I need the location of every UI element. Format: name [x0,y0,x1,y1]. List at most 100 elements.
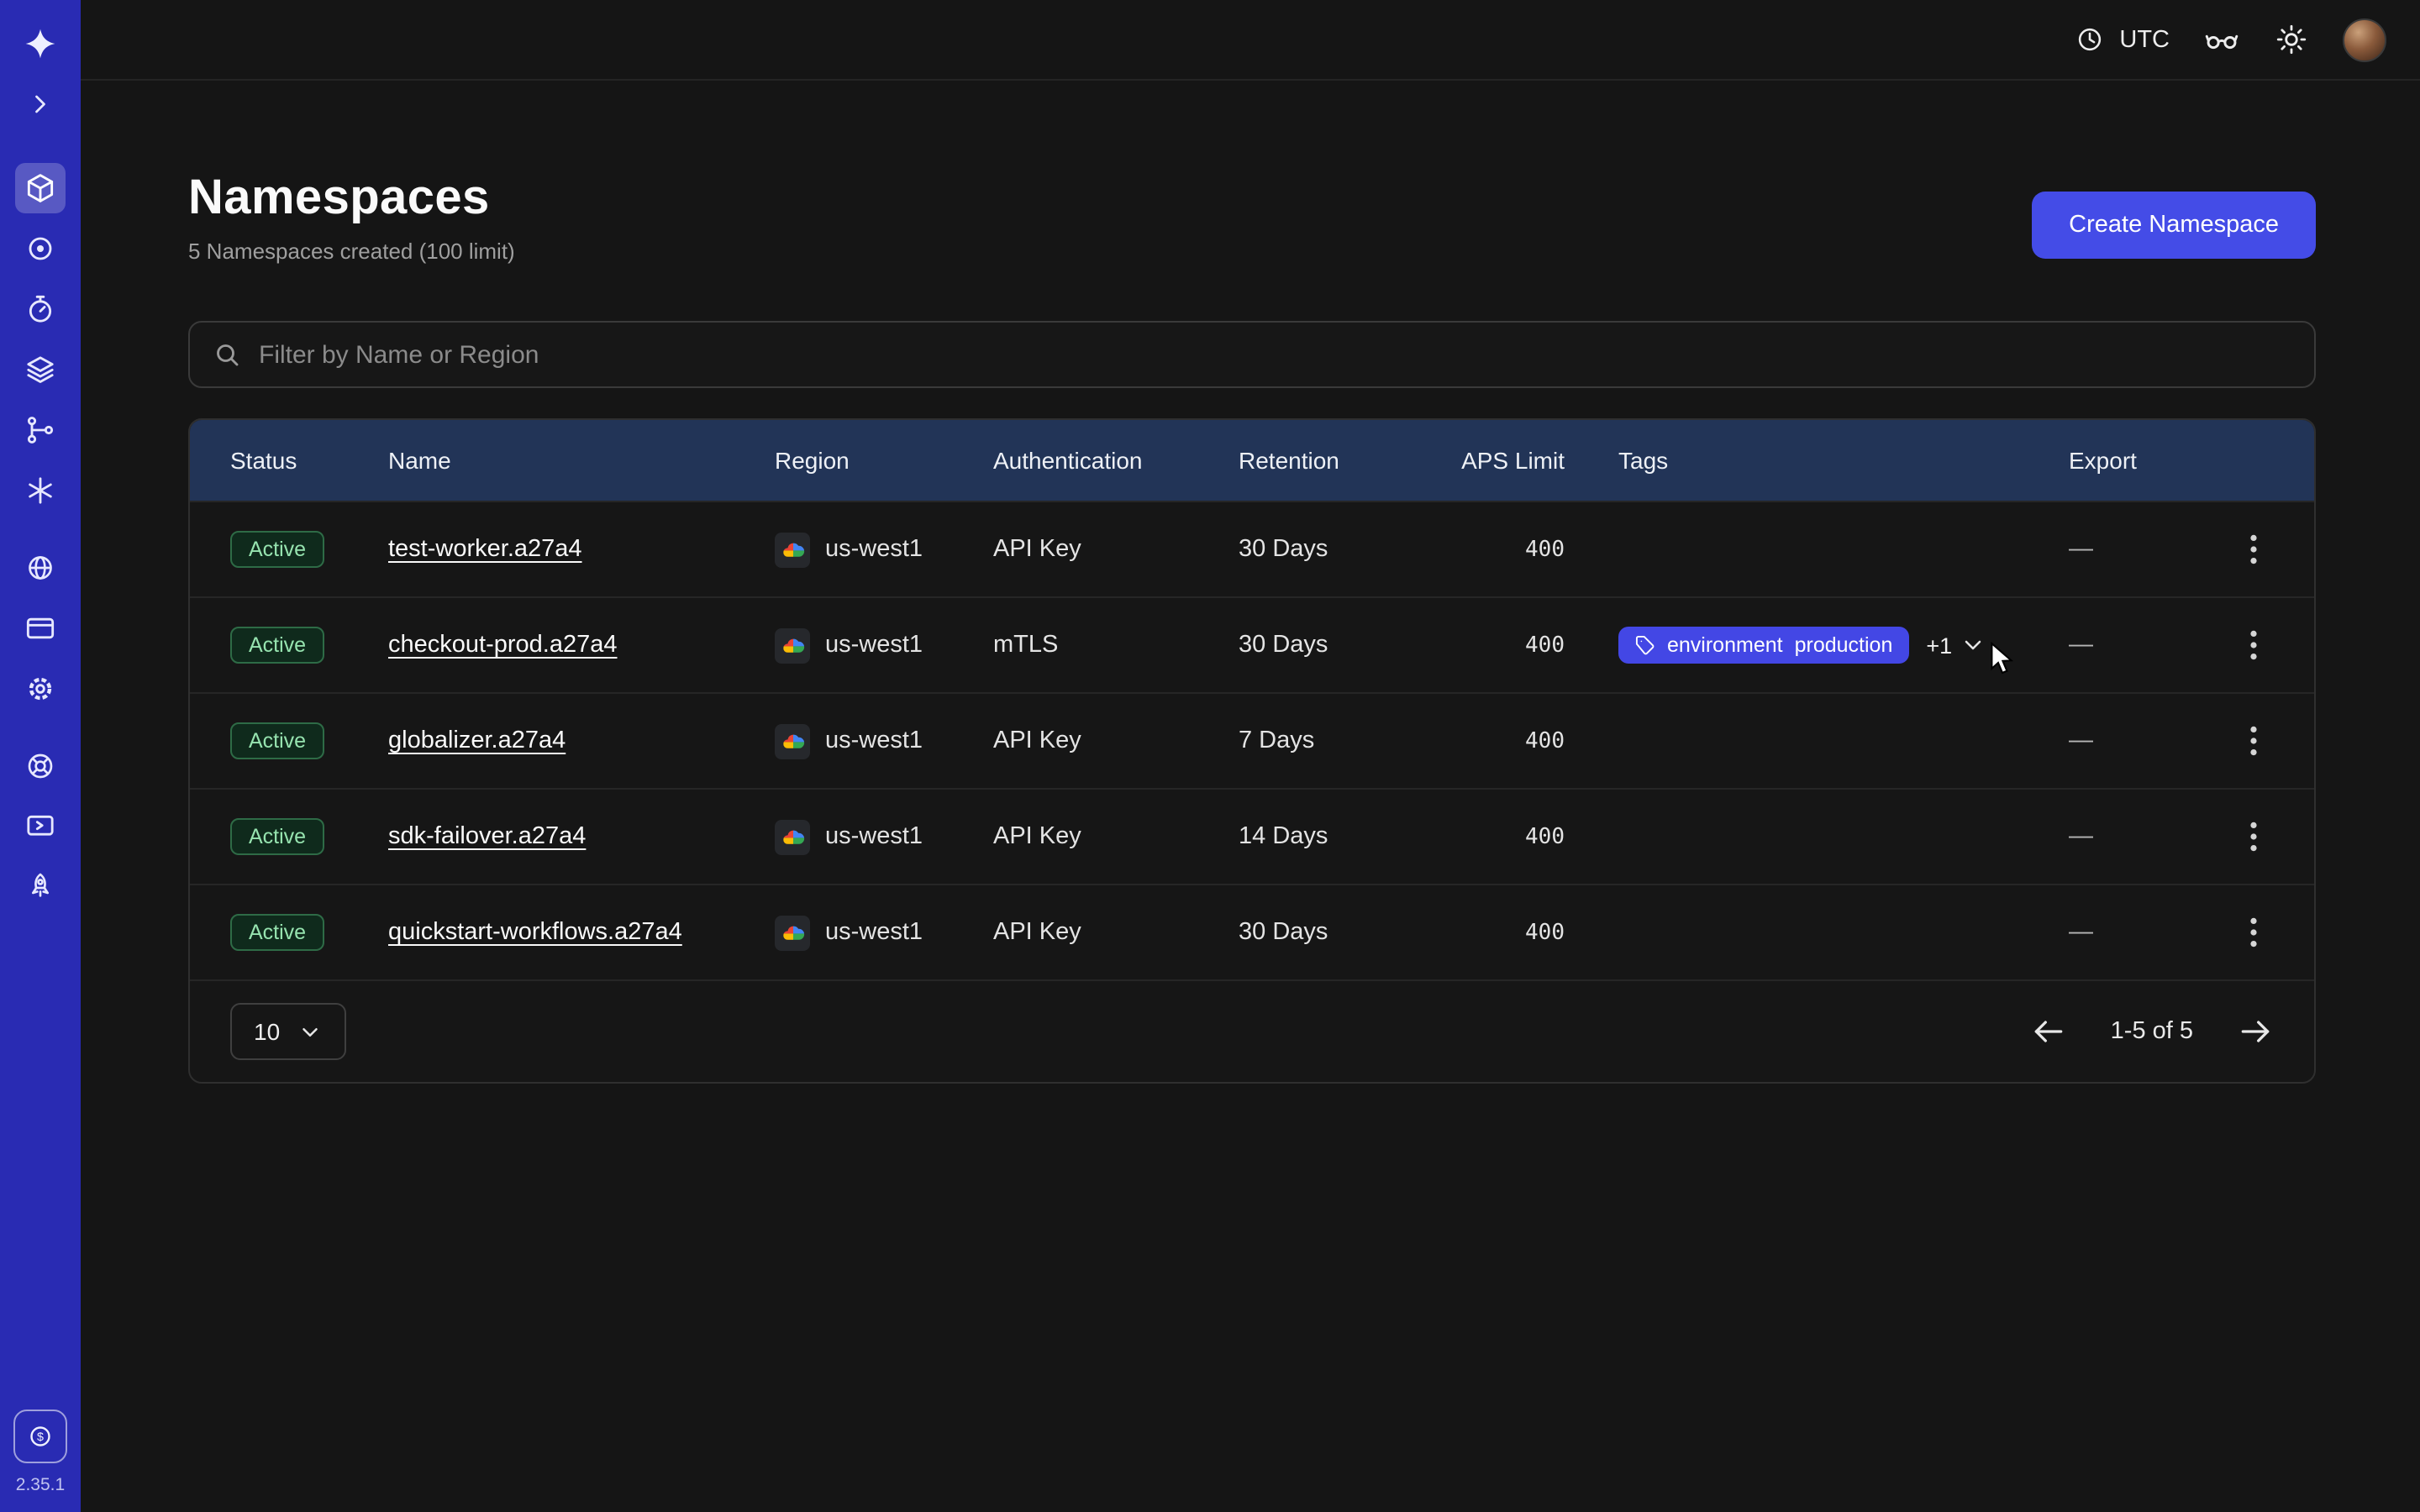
status-badge: Active [230,818,324,855]
retention-cell: 7 Days [1239,727,1447,754]
kebab-icon [2250,630,2257,660]
auth-cell: API Key [993,536,1239,563]
aps-limit-cell: 400 [1447,920,1565,945]
gcp-logo-icon [775,627,810,663]
create-namespace-button[interactable]: Create Namespace [2032,192,2316,259]
page-size-select[interactable]: 10 [230,1003,345,1060]
glasses-icon [2203,21,2240,58]
sidebar-item-home[interactable] [15,18,66,69]
tag-value: production [1795,633,1893,657]
auth-cell: mTLS [993,632,1239,659]
sidebar-expand-button[interactable] [15,79,66,129]
svg-text:$: $ [37,1431,44,1444]
sidebar-item-usage[interactable]: $ [13,1410,67,1463]
row-actions-menu[interactable] [2233,721,2274,761]
table-row: Active checkout-prod.a27a4 us-west1 mTLS… [190,596,2314,692]
pagination-range: 1-5 of 5 [2111,1018,2193,1045]
region-label: us-west1 [825,632,923,659]
tag-chip[interactable]: environment production [1618,627,1909,664]
timezone-selector[interactable]: UTC [2074,24,2170,55]
sidebar-item-settings[interactable] [15,664,66,714]
cube-icon [24,171,57,205]
filter-input[interactable] [259,340,2292,369]
layers-icon [24,353,57,386]
page-title: Namespaces [188,171,515,227]
branch-icon [24,413,57,447]
retention-cell: 30 Days [1239,919,1447,946]
column-header-authentication: Authentication [993,447,1239,474]
status-badge: Active [230,914,324,951]
page-header: Namespaces 5 Namespaces created (100 lim… [188,171,2316,264]
aps-limit-cell: 400 [1447,824,1565,849]
sidebar-item-stacks[interactable] [15,344,66,395]
arrow-right-icon [2237,1013,2274,1050]
table-header-row: Status Name Region Authentication Retent… [190,420,2314,501]
column-header-name: Name [388,447,775,474]
sidebar-item-namespaces[interactable] [15,163,66,213]
search-icon [212,339,242,370]
page-size-value: 10 [254,1018,280,1045]
row-actions-menu[interactable] [2233,625,2274,665]
namespace-link[interactable]: test-worker.a27a4 [388,536,582,563]
sidebar-item-billing[interactable] [15,603,66,654]
export-cell: — [2069,727,2230,754]
sidebar-item-getting-started[interactable] [15,862,66,912]
table-row: Active sdk-failover.a27a4 us-west1 API K… [190,788,2314,884]
timer-icon [24,292,57,326]
export-cell: — [2069,632,2230,659]
accessibility-toggle[interactable] [2203,21,2240,58]
status-badge: Active [230,627,324,664]
sidebar-item-docs[interactable] [15,801,66,852]
auth-cell: API Key [993,919,1239,946]
theme-toggle[interactable] [2274,22,2309,57]
column-header-retention: Retention [1239,447,1447,474]
sidebar-item-support[interactable] [15,741,66,791]
region-label: us-west1 [825,727,923,754]
tag-more-count[interactable]: +1 [1926,633,1952,658]
topbar: UTC [81,0,2420,81]
namespace-link[interactable]: checkout-prod.a27a4 [388,632,618,659]
namespace-link[interactable]: quickstart-workflows.a27a4 [388,919,682,946]
column-header-aps-limit: APS Limit [1447,447,1565,474]
tags-cell: environment production +1 [1565,627,2069,664]
tag-key: environment [1667,633,1783,657]
filter-bar [188,321,2316,388]
retention-cell: 30 Days [1239,632,1447,659]
namespace-link[interactable]: sdk-failover.a27a4 [388,823,586,850]
previous-page-button[interactable] [2030,1013,2067,1050]
pagination: 1-5 of 5 [2030,1013,2274,1050]
main-content: Namespaces 5 Namespaces created (100 lim… [81,81,2420,1512]
sidebar-item-nexus[interactable] [15,465,66,516]
sun-icon [2274,22,2309,57]
row-actions-menu[interactable] [2233,912,2274,953]
target-icon [24,232,57,265]
sidebar-item-regions[interactable] [15,543,66,593]
tag-icon [1635,635,1655,655]
lifebuoy-icon [24,749,57,783]
retention-cell: 30 Days [1239,536,1447,563]
aps-limit-cell: 400 [1447,728,1565,753]
column-header-tags: Tags [1565,447,2069,474]
region-label: us-west1 [825,823,923,850]
gcp-logo-icon [775,723,810,759]
namespace-link[interactable]: globalizer.a27a4 [388,727,566,754]
retention-cell: 14 Days [1239,823,1447,850]
user-avatar[interactable] [2343,18,2386,61]
tags-expand-button[interactable] [1959,632,1986,659]
row-actions-menu[interactable] [2233,816,2274,857]
namespaces-table: Status Name Region Authentication Retent… [188,418,2316,1084]
row-actions-menu[interactable] [2233,529,2274,570]
next-page-button[interactable] [2237,1013,2274,1050]
sidebar-item-workflows[interactable] [15,405,66,455]
column-header-export: Export [2069,447,2230,474]
export-cell: — [2069,823,2230,850]
chevron-down-icon [297,1019,322,1044]
region-label: us-west1 [825,536,923,563]
kebab-icon [2250,822,2257,852]
page-subtitle: 5 Namespaces created (100 limit) [188,239,515,264]
sidebar-item-timers[interactable] [15,284,66,334]
aps-limit-cell: 400 [1447,633,1565,658]
gear-icon [24,672,57,706]
sidebar-item-schedules[interactable] [15,223,66,274]
region-label: us-west1 [825,919,923,946]
